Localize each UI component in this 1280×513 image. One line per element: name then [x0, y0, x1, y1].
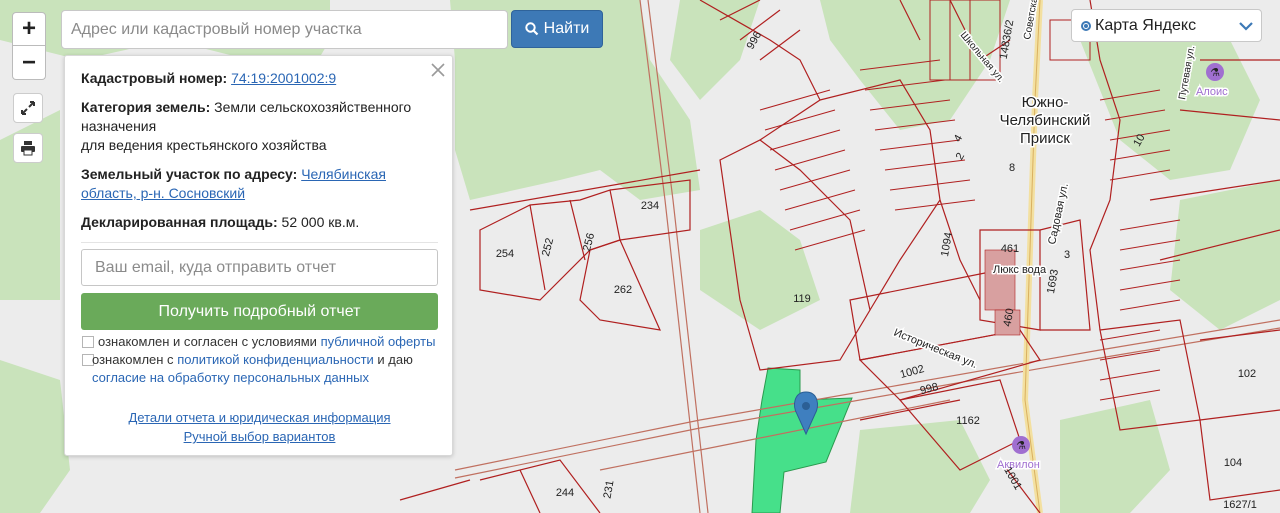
search-button[interactable]: Найти — [511, 10, 603, 48]
layer-radio-icon — [1081, 20, 1091, 31]
privacy-policy-link[interactable]: политикой конфиденциальности — [177, 352, 374, 367]
cadastral-number-row: Кадастровый номер: 74:19:2001002:9 — [81, 69, 437, 88]
printer-icon — [21, 141, 35, 156]
cadastral-label: Кадастровый номер: — [81, 70, 228, 86]
land-use-value: для ведения крестьянского хозяйства — [81, 137, 327, 153]
zoom-in-button[interactable]: + — [12, 12, 46, 46]
parcel-number: 1162 — [956, 415, 980, 427]
public-offer-link[interactable]: публичной оферты — [321, 334, 436, 349]
parcel-number: 1627/1 — [1223, 499, 1257, 511]
fullscreen-button[interactable] — [13, 93, 43, 123]
poi-alois-icon[interactable]: ⚗ — [1206, 63, 1224, 81]
parcel-info-panel: Кадастровый номер: 74:19:2001002:9 Катег… — [64, 55, 453, 456]
report-details-link[interactable]: Детали отчета и юридическая информация — [128, 410, 390, 425]
fullscreen-icon — [21, 101, 35, 115]
layer-select-value: Карта Яндекс — [1095, 16, 1197, 34]
personal-data-consent-link[interactable]: согласие на обработку персональных данны… — [92, 370, 369, 385]
parcel-number: 8 — [1009, 162, 1015, 174]
poi-akvilon-icon[interactable]: ⚗ — [1012, 436, 1030, 454]
parcel-number: 104 — [1224, 457, 1242, 469]
area-value: 52 000 кв.м. — [281, 214, 360, 230]
privacy-consent-text: ознакомлен с политикой конфиденциальност… — [92, 352, 413, 367]
parcel-number: 254 — [496, 248, 514, 260]
parcel-number: 234 — [641, 200, 659, 212]
address-label: Земельный участок по адресу: — [81, 166, 298, 182]
manual-selection-link[interactable]: Ручной выбор вариантов — [184, 429, 336, 444]
cadastral-number-link[interactable]: 74:19:2001002:9 — [231, 70, 336, 86]
land-category-row: Категория земель: Земли сельскохозяйстве… — [81, 98, 437, 155]
zoom-out-button[interactable]: − — [12, 46, 46, 80]
area-row: Декларированная площадь: 52 000 кв.м. — [81, 213, 437, 232]
print-button[interactable] — [13, 133, 43, 163]
parcel-number: 262 — [614, 284, 632, 296]
get-report-button[interactable]: Получить подробный отчет — [81, 293, 438, 330]
area-label: Декларированная площадь: — [81, 214, 278, 230]
parcel-number: 102 — [1238, 368, 1256, 380]
poi-label: Люкс вода — [993, 264, 1047, 276]
chevron-down-icon — [1239, 21, 1253, 31]
search-icon — [524, 22, 538, 36]
svg-text:⚗: ⚗ — [1016, 440, 1026, 452]
map-layer-select[interactable]: Карта Яндекс — [1071, 9, 1262, 42]
parcel-number: 461 — [1001, 243, 1019, 255]
poi-label: Алоис — [1196, 86, 1228, 98]
svg-text:⚗: ⚗ — [1210, 67, 1220, 79]
email-field[interactable] — [81, 249, 438, 286]
search-input[interactable] — [61, 10, 508, 49]
offer-checkbox[interactable] — [82, 336, 94, 348]
category-label: Категория земель: — [81, 99, 211, 115]
divider — [81, 242, 438, 243]
parcel-number: 119 — [793, 293, 811, 305]
offer-consent-text: ознакомлен и согласен с условиями публич… — [98, 334, 436, 349]
parcel-number: 3 — [1064, 249, 1070, 261]
parcel-number: 244 — [556, 487, 574, 499]
search-button-label: Найти — [543, 20, 590, 37]
address-row: Земельный участок по адресу: Челябинская… — [81, 165, 437, 203]
